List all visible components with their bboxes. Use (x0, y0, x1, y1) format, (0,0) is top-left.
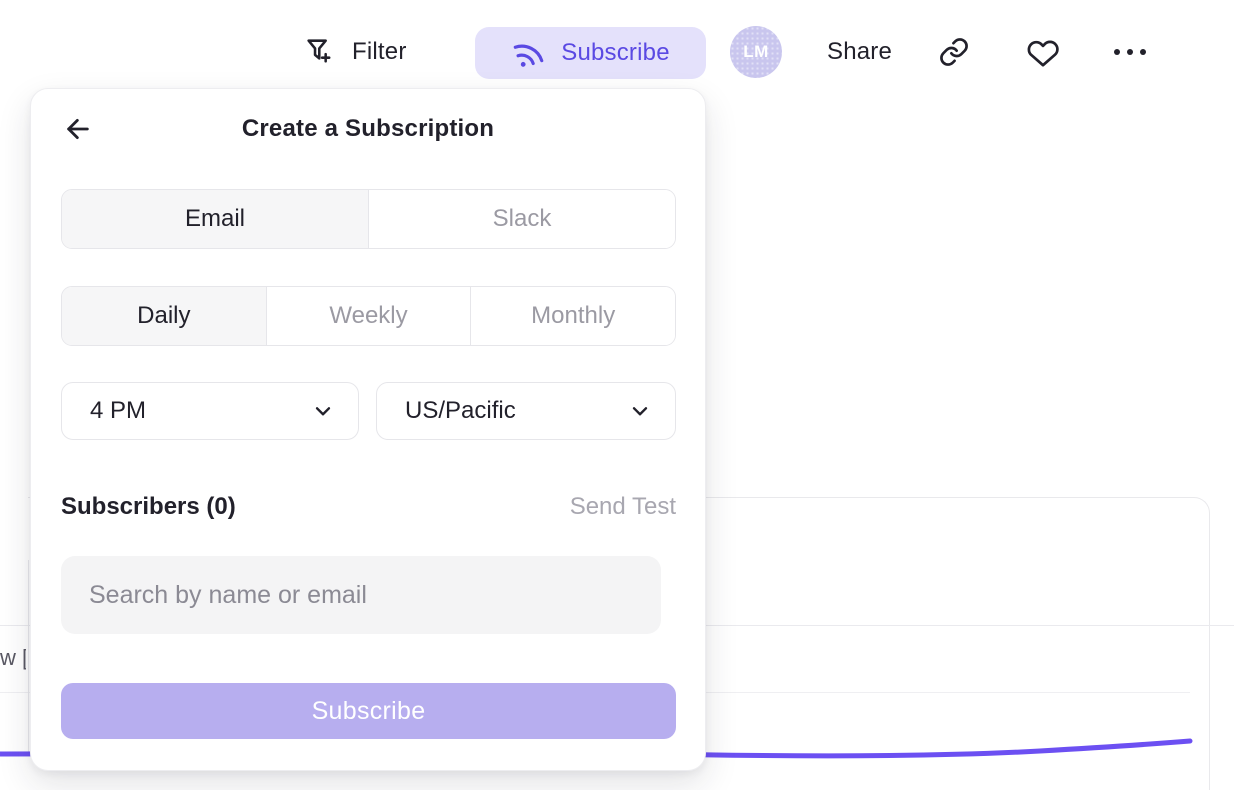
subscribe-toolbar-label: Subscribe (561, 39, 670, 67)
ellipsis-icon (1127, 49, 1133, 55)
chevron-down-icon (310, 398, 336, 424)
more-options-button[interactable] (1108, 30, 1152, 74)
send-test-link[interactable]: Send Test (570, 493, 676, 521)
background-table-border (28, 560, 29, 756)
ellipsis-icon (1114, 49, 1120, 55)
tab-weekly[interactable]: Weekly (266, 287, 471, 345)
subscribe-submit-button[interactable]: Subscribe (61, 683, 676, 739)
subscribers-count-label: Subscribers (0) (61, 493, 236, 521)
tab-daily[interactable]: Daily (62, 287, 266, 345)
favorite-button[interactable] (1021, 30, 1065, 74)
share-label: Share (827, 38, 892, 66)
time-select[interactable]: 4 PM (61, 382, 359, 440)
subscribe-toolbar-button[interactable]: Subscribe (475, 27, 706, 79)
rss-subscribe-icon (511, 35, 547, 71)
create-subscription-modal: Create a Subscription Email Slack Daily … (30, 88, 706, 771)
share-button[interactable]: Share (827, 30, 892, 74)
heart-icon (1026, 35, 1060, 69)
time-select-value: 4 PM (90, 397, 146, 425)
modal-header: Create a Subscription (31, 89, 705, 165)
tab-monthly[interactable]: Monthly (470, 287, 675, 345)
filter-plus-icon (303, 35, 337, 69)
frequency-tabs: Daily Weekly Monthly (61, 286, 676, 346)
copy-link-button[interactable] (932, 30, 976, 74)
subscribers-row: Subscribers (0) Send Test (61, 493, 676, 521)
filter-button[interactable]: Filter (303, 30, 407, 74)
chevron-down-icon (627, 398, 653, 424)
timezone-select[interactable]: US/Pacific (376, 382, 676, 440)
ellipsis-icon (1140, 49, 1146, 55)
page: w [ Filter Subscribe (0, 0, 1234, 790)
modal-title: Create a Subscription (31, 115, 705, 143)
filter-label: Filter (352, 38, 407, 66)
subscriber-search-input[interactable] (61, 556, 661, 634)
channel-tabs: Email Slack (61, 189, 676, 249)
background-partial-row-label: w [ (0, 645, 26, 671)
avatar-initials: LM (743, 42, 769, 62)
timezone-select-value: US/Pacific (405, 397, 516, 425)
tab-slack[interactable]: Slack (368, 190, 675, 248)
avatar[interactable]: LM (730, 26, 782, 78)
tab-email[interactable]: Email (62, 190, 368, 248)
link-icon (938, 36, 970, 68)
